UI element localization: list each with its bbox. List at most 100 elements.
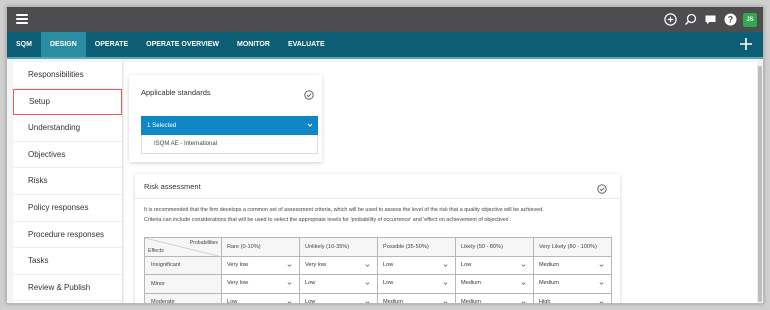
risk-matrix: Probabilities Effects Rare (0-10%) Unlik… — [144, 237, 612, 304]
risk-level-value: Very low — [227, 261, 249, 268]
chevron-down-icon — [599, 282, 604, 286]
risk-level-select[interactable]: Low — [225, 296, 296, 303]
column-header: Possible (35-50%) — [377, 237, 456, 257]
sidebar-item-objectives[interactable]: Objectives — [13, 142, 122, 169]
table-row: Moderate Low Low Medium Medium High — [144, 292, 612, 304]
table-cell: Low — [455, 255, 534, 275]
risk-level-value: Very low — [305, 261, 327, 268]
risk-level-select[interactable]: Medium — [537, 277, 608, 290]
risk-level-value: Low — [305, 298, 316, 304]
column-header: Very Likely (80 - 100%) — [533, 237, 612, 257]
risk-level-select[interactable]: Medium — [459, 296, 530, 304]
effect-label: Insignificant — [144, 255, 222, 275]
table-cell: Medium — [455, 292, 534, 304]
chevron-down-icon — [443, 264, 448, 267]
card-divider — [135, 198, 620, 199]
table-cell: Low — [299, 274, 378, 294]
risk-description-line1: It is recommended that the firm develops… — [144, 207, 544, 213]
risk-level-select[interactable]: High — [537, 296, 608, 303]
sidebar-item-review-publish[interactable]: Review & Publish — [13, 275, 122, 302]
top-icons: ? JS — [663, 10, 757, 29]
risk-level-value: Very low — [227, 280, 249, 287]
risk-level-value: Low — [383, 261, 394, 268]
standards-select[interactable]: 1 Selected — [141, 116, 318, 135]
table-cell: Very low — [221, 255, 300, 275]
app-window: ? JS SQM DESIGN OPERATE OPERATE OVERVIEW… — [6, 6, 764, 304]
risk-level-value: Low — [461, 261, 472, 268]
chevron-down-icon — [443, 301, 448, 303]
top-bar: ? JS — [7, 7, 763, 32]
chevron-down-icon — [287, 264, 292, 267]
risk-level-select[interactable]: Very low — [303, 259, 374, 272]
standards-selected-count: 1 Selected — [147, 122, 177, 129]
chevron-down-icon — [521, 301, 526, 303]
plus-circle-icon[interactable] — [663, 13, 677, 27]
sidebar-item-risks[interactable]: Risks — [13, 168, 122, 195]
tab-operate[interactable]: OPERATE — [86, 32, 137, 57]
search-icon[interactable] — [683, 13, 697, 27]
chevron-down-icon — [365, 301, 370, 303]
risk-description-line2: Criteria can include considerations that… — [144, 217, 511, 223]
sidebar-item-tasks[interactable]: Tasks — [13, 248, 122, 275]
risk-level-value: Medium — [461, 298, 481, 304]
tab-monitor[interactable]: MONITOR — [228, 32, 279, 57]
risk-description: It is recommended that the firm develops… — [144, 205, 614, 225]
check-circle-icon[interactable] — [597, 181, 607, 194]
risk-level-value: Low — [383, 280, 394, 287]
tab-operate-overview[interactable]: OPERATE OVERVIEW — [137, 32, 228, 57]
risk-level-select[interactable]: Low — [303, 296, 374, 304]
tab-sqm[interactable]: SQM — [7, 32, 41, 57]
chevron-down-icon — [365, 264, 370, 267]
tab-design[interactable]: DESIGN — [40, 32, 86, 57]
chevron-down-icon — [521, 264, 526, 267]
add-icon[interactable] — [739, 37, 753, 51]
effect-label: Moderate — [144, 292, 222, 303]
table-cell: Very low — [299, 255, 378, 275]
applicable-standards-title: Applicable standards — [141, 88, 211, 97]
table-row: Insignificant Very low Very low Low Low Mediu… — [144, 255, 612, 275]
risk-level-select[interactable]: Very low — [225, 277, 296, 290]
main-content: Applicable standards 1 Selected ISQM AE … — [124, 62, 759, 304]
scrollbar-thumb[interactable] — [758, 66, 762, 302]
risk-level-value: Low — [305, 280, 316, 287]
matrix-corner-cell: Probabilities Effects — [144, 237, 222, 257]
risk-level-select[interactable]: Low — [459, 259, 530, 272]
risk-level-value: Medium — [461, 280, 481, 287]
sidebar-item-understanding[interactable]: Understanding — [13, 115, 122, 142]
table-cell: High — [533, 292, 612, 303]
risk-level-select[interactable]: Very low — [225, 259, 296, 272]
risk-level-select[interactable]: Medium — [381, 296, 452, 303]
chevron-down-icon — [365, 282, 370, 286]
risk-level-select[interactable]: Medium — [459, 277, 530, 290]
sidebar: Responsibilities Setup Understanding Obj… — [13, 62, 123, 303]
column-header: Unlikely (10-35%) — [299, 237, 378, 257]
risk-level-select[interactable]: Low — [381, 277, 452, 290]
chevron-down-icon — [287, 282, 292, 286]
risk-level-select[interactable]: Medium — [537, 259, 608, 272]
table-cell: Low — [377, 274, 456, 294]
table-cell: Low — [299, 292, 378, 304]
hamburger-menu-icon[interactable] — [16, 14, 28, 24]
check-circle-icon[interactable] — [304, 87, 314, 100]
scrollbar[interactable] — [757, 62, 763, 303]
table-cell: Low — [377, 255, 456, 275]
sidebar-item-responsibilities[interactable]: Responsibilities — [13, 62, 122, 89]
risk-level-select[interactable]: Low — [303, 277, 374, 290]
main-nav: SQM DESIGN OPERATE OPERATE OVERVIEW MONI… — [7, 32, 763, 59]
chevron-down-icon — [521, 282, 526, 286]
effect-label: Minor — [144, 274, 222, 294]
chat-icon[interactable] — [703, 13, 717, 27]
sidebar-item-procedure-responses[interactable]: Procedure responses — [13, 222, 122, 249]
help-icon[interactable]: ? — [723, 13, 737, 27]
standards-option[interactable]: ISQM AE - International — [141, 135, 318, 154]
table-cell: Low — [221, 292, 300, 303]
tab-evaluate[interactable]: EVALUATE — [279, 32, 334, 57]
sidebar-item-setup[interactable]: Setup — [13, 88, 122, 116]
chevron-down-icon — [287, 301, 292, 303]
risk-level-select[interactable]: Low — [381, 259, 452, 272]
chevron-down-icon — [307, 123, 313, 127]
user-avatar[interactable]: JS — [743, 12, 757, 27]
sidebar-item-policy-responses[interactable]: Policy responses — [13, 195, 122, 222]
svg-text:?: ? — [727, 15, 733, 25]
applicable-standards-card: Applicable standards 1 Selected ISQM AE … — [129, 75, 322, 162]
